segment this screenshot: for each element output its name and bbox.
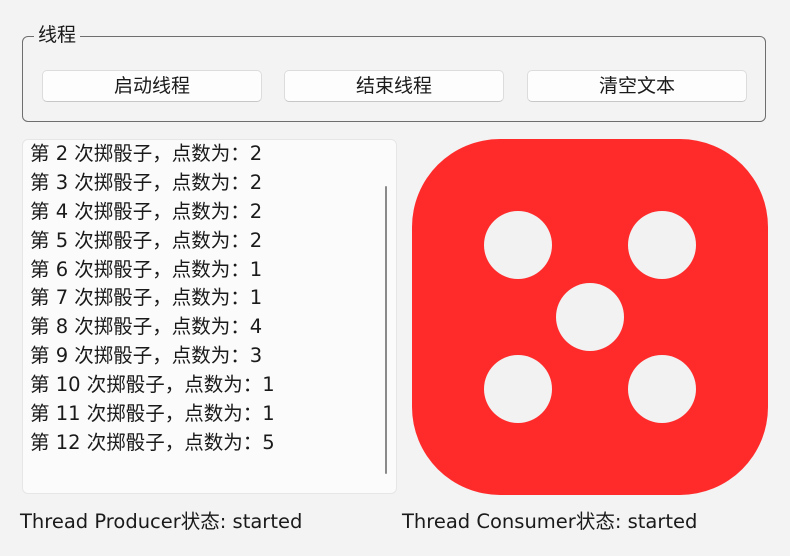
log-line: 第 5 次掷骰子，点数为：2 [30, 228, 263, 252]
dice-pip [628, 355, 696, 423]
log-line: 第 2 次掷骰子，点数为：2 [30, 142, 263, 165]
log-lines: 第 2 次掷骰子，点数为：2 第 3 次掷骰子，点数为：2 第 4 次掷骰子，点… [30, 140, 275, 458]
log-line: 第 11 次掷骰子，点数为：1 [30, 402, 275, 426]
producer-status-label: Thread Producer状态: started [20, 510, 303, 533]
consumer-status-label: Thread Consumer状态: started [402, 510, 698, 533]
main-window: 线程 启动线程 结束线程 清空文本 第 2 次掷骰子，点数为：2 第 3 次掷骰… [0, 0, 790, 556]
clear-text-button[interactable]: 清空文本 [527, 70, 747, 102]
log-line: 第 10 次掷骰子，点数为：1 [30, 373, 275, 397]
log-line: 第 9 次掷骰子，点数为：3 [30, 344, 263, 368]
log-text-area[interactable]: 第 2 次掷骰子，点数为：2 第 3 次掷骰子，点数为：2 第 4 次掷骰子，点… [22, 139, 397, 494]
log-line: 第 3 次掷骰子，点数为：2 [30, 170, 263, 194]
log-line: 第 6 次掷骰子，点数为：1 [30, 257, 263, 281]
start-thread-button[interactable]: 启动线程 [42, 70, 262, 102]
stop-thread-button[interactable]: 结束线程 [284, 70, 504, 102]
log-line: 第 12 次掷骰子，点数为：5 [30, 430, 275, 454]
log-scrollbar[interactable] [385, 186, 387, 474]
dice-pip [556, 283, 624, 351]
log-line: 第 4 次掷骰子，点数为：2 [30, 199, 263, 223]
dice-pip [628, 211, 696, 279]
log-line: 第 7 次掷骰子，点数为：1 [30, 286, 263, 310]
log-line: 第 8 次掷骰子，点数为：4 [30, 315, 263, 339]
groupbox-title: 线程 [34, 22, 81, 48]
dice-pip [484, 355, 552, 423]
dice-pip [484, 211, 552, 279]
dice-face-image [412, 139, 768, 495]
